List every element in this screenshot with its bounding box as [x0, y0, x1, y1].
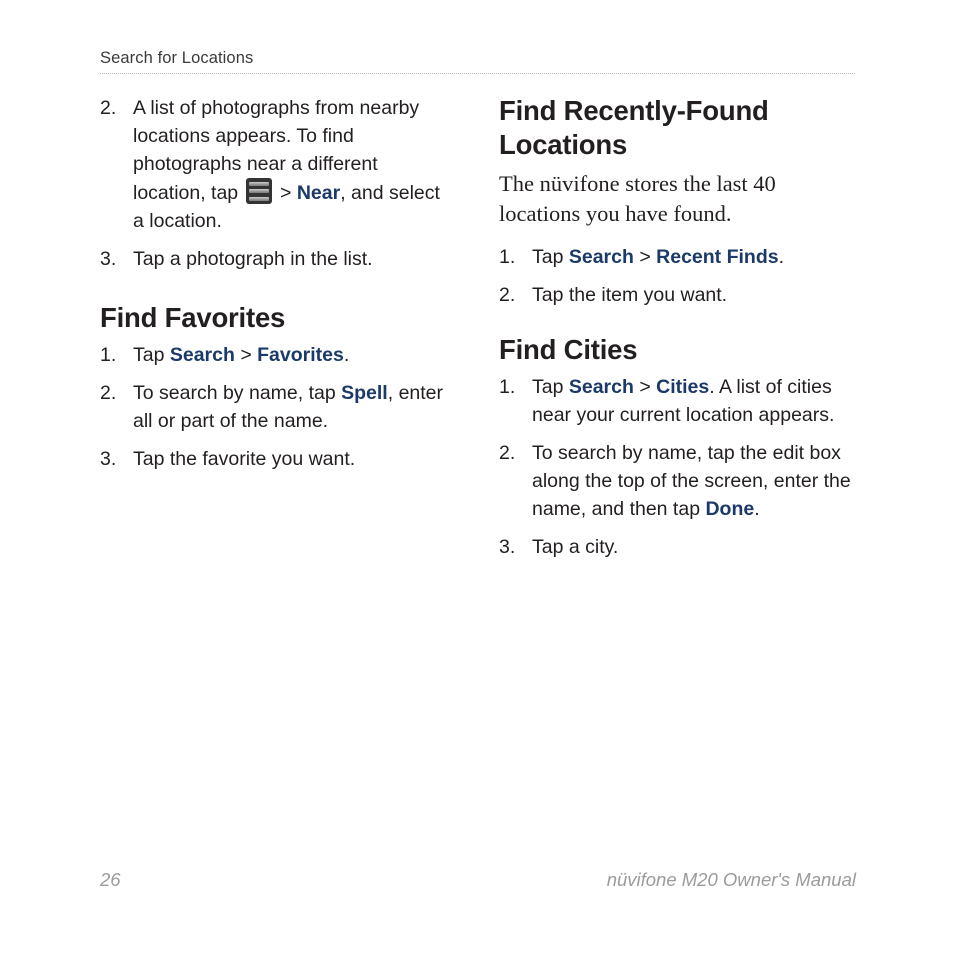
- list-item: 2. To search by name, tap Spell, enter al…: [100, 379, 452, 435]
- heading-find-cities: Find Cities: [499, 334, 638, 365]
- list-item-text: Tap the item you want.: [532, 284, 727, 306]
- ui-term: Search: [169, 344, 235, 366]
- list-item: 1. Tap Search > Cities. A list of cities …: [499, 373, 859, 429]
- list-item-text: Tap Search > Recent Finds.: [532, 246, 784, 268]
- find-favorites-list: 1. Tap Search > Favorites. 2. To search by …: [100, 341, 452, 473]
- list-item-text: A list of photographs from nearby locati…: [133, 97, 440, 232]
- ui-term: Recent Finds: [656, 246, 779, 268]
- ui-term: Favorites: [257, 344, 344, 366]
- list-item: 1. Tap Search > Recent Finds.: [499, 243, 859, 271]
- manual-title: nüvifone M20 Owner's Manual: [606, 869, 856, 890]
- menu-separator: >: [633, 246, 657, 268]
- list-item: 1. Tap Search > Favorites.: [100, 341, 452, 369]
- list-item-number: 3.: [100, 248, 117, 270]
- menu-icon: [245, 178, 272, 204]
- continued-procedure-list: 2. A list of photographs from nearby loca…: [100, 94, 452, 273]
- list-item-text: Tap a photograph in the list.: [133, 248, 373, 270]
- list-item: 2. A list of photographs from nearby loca…: [100, 94, 452, 235]
- text-run: .: [754, 498, 760, 520]
- page-number: 26: [100, 869, 121, 890]
- list-item-number: 1.: [100, 344, 117, 366]
- menu-separator: >: [274, 182, 297, 204]
- list-item-number: 1.: [499, 246, 516, 268]
- heading-find-favorites: Find Favorites: [100, 302, 286, 333]
- list-item-text: Tap Search > Cities. A list of cities ne…: [532, 376, 834, 426]
- ui-term: Search: [568, 246, 634, 268]
- list-item-text: To search by name, tap Spell, enter all …: [133, 382, 443, 432]
- ui-term: Search: [568, 376, 634, 398]
- list-item: 2. To search by name, tap the edit box al…: [499, 439, 859, 523]
- text-run: To search by name, tap: [133, 382, 342, 404]
- recently-found-intro-paragraph: The nüvifone stores the last 40 location…: [499, 171, 776, 226]
- text-run: Tap: [133, 344, 170, 366]
- header-divider: [100, 73, 855, 74]
- list-item-number: 2.: [499, 442, 516, 464]
- find-recently-found-list: 1. Tap Search > Recent Finds. 2. Tap the it…: [499, 243, 859, 309]
- find-cities-list: 1. Tap Search > Cities. A list of cities …: [499, 373, 859, 561]
- list-item-number: 1.: [499, 376, 516, 398]
- list-item-number: 2.: [100, 382, 117, 404]
- list-item-text: Tap the favorite you want.: [133, 448, 355, 470]
- list-item-number: 3.: [100, 448, 117, 470]
- page-footer: 26 nüvifone M20 Owner's Manual: [100, 868, 856, 892]
- list-item-number: 2.: [100, 97, 117, 119]
- list-item-number: 3.: [499, 536, 516, 558]
- manual-page: Search for Locations 2. A list of photogr…: [0, 0, 954, 954]
- list-item-text: Tap a city.: [532, 536, 618, 558]
- right-column: Find Recently-Found Locations The nüvifo…: [499, 94, 859, 561]
- heading-find-recently-found-locations: Find Recently-Found Locations: [499, 95, 769, 160]
- text-run: Tap: [532, 246, 569, 268]
- left-column: 2. A list of photographs from nearby loca…: [100, 94, 452, 473]
- ui-term: Near: [296, 182, 341, 204]
- text-run: .: [778, 246, 784, 268]
- menu-separator: >: [234, 344, 258, 366]
- list-item: 3. Tap a photograph in the list.: [100, 245, 452, 273]
- running-header-title: Search for Locations: [100, 49, 254, 67]
- text-run: Tap the favorite you want.: [133, 448, 356, 470]
- menu-separator: >: [633, 376, 657, 398]
- running-header: Search for Locations: [100, 48, 856, 74]
- list-item-number: 2.: [499, 284, 516, 306]
- text-run: Tap a city.: [532, 536, 619, 558]
- list-item-text: To search by name, tap the edit box alon…: [532, 442, 851, 520]
- text-run: Tap: [532, 376, 569, 398]
- list-item: 3. Tap the favorite you want.: [100, 445, 452, 473]
- ui-term: Cities: [656, 376, 710, 398]
- ui-term: Done: [705, 498, 755, 520]
- list-item-text: Tap Search > Favorites.: [133, 344, 349, 366]
- list-item: 2. Tap the item you want.: [499, 281, 859, 309]
- text-run: Tap a photograph in the list.: [133, 248, 373, 270]
- text-run: Tap the item you want.: [532, 284, 728, 306]
- text-run: To search by name, tap the edit box alon…: [532, 442, 851, 520]
- ui-term: Spell: [341, 382, 388, 404]
- text-run: .: [343, 344, 350, 366]
- list-item: 3. Tap a city.: [499, 533, 859, 561]
